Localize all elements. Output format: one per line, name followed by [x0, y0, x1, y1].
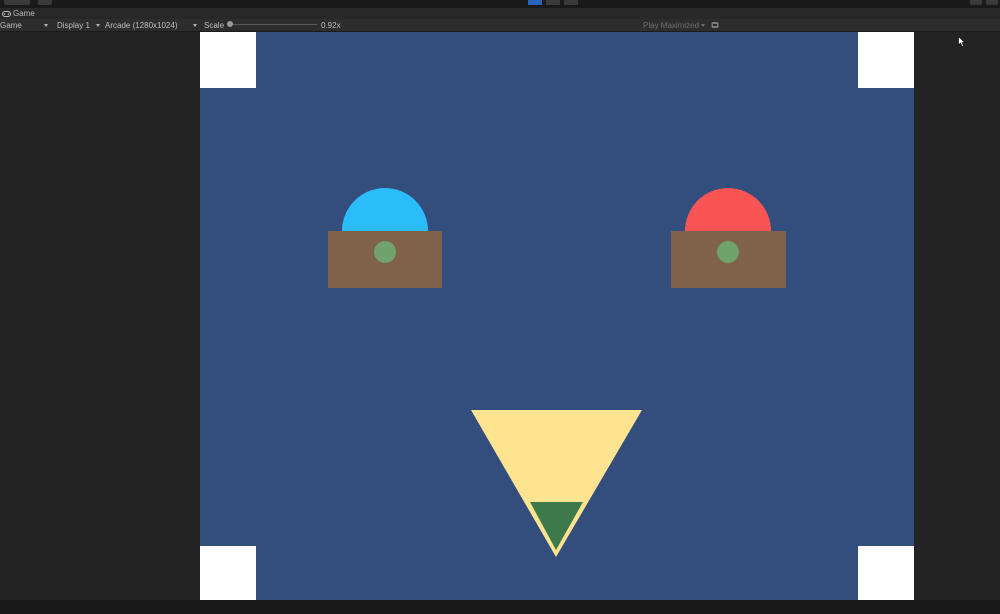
resolution-label: Arcade (1280x1024): [105, 20, 178, 30]
settings-button[interactable]: [970, 0, 982, 5]
corner-marker-top-left: [200, 32, 256, 88]
play-button[interactable]: [528, 0, 542, 5]
play-mode-icon[interactable]: [711, 19, 719, 31]
player-left-button: [374, 241, 396, 263]
corner-marker-bottom-right: [858, 546, 914, 600]
chevron-down-icon: [96, 24, 100, 27]
resolution-dropdown[interactable]: Arcade (1280x1024): [105, 19, 200, 31]
chevron-down-icon: [44, 24, 48, 27]
game-view-toolbar: Game Display 1 Arcade (1280x1024) Scale …: [0, 19, 1000, 32]
layers-button[interactable]: [986, 0, 998, 5]
play-mode-dropdown[interactable]: Play Maximized: [643, 19, 707, 31]
corner-marker-bottom-left: [200, 546, 256, 600]
display-dropdown[interactable]: Display 1: [57, 19, 102, 31]
step-button[interactable]: [564, 0, 578, 5]
chevron-down-icon: [701, 24, 705, 27]
display-label: Display 1: [57, 20, 90, 30]
scale-slider-handle[interactable]: [227, 21, 233, 27]
editor-status-bar: [0, 600, 1000, 614]
scale-label: Scale: [204, 20, 225, 30]
tab-game[interactable]: Game: [0, 8, 35, 19]
play-mode-label: Play Maximized: [643, 20, 700, 30]
player-right-button: [717, 241, 739, 263]
pause-button[interactable]: [546, 0, 560, 5]
corner-marker-top-right: [858, 32, 914, 88]
layout-menu-button[interactable]: [4, 0, 30, 5]
mouse-cursor-icon: [958, 36, 966, 48]
gamepad-icon: [2, 10, 11, 17]
game-view-label: Game: [0, 20, 22, 30]
scale-value: 0.92x: [321, 20, 341, 30]
chevron-down-icon: [193, 24, 197, 27]
tab-game-label: Game: [13, 9, 35, 18]
game-canvas: [200, 32, 914, 600]
game-view-dropdown[interactable]: Game: [0, 19, 50, 31]
account-button[interactable]: [38, 0, 52, 5]
editor-top-bar: [0, 0, 1000, 8]
scale-slider-track[interactable]: [229, 24, 317, 25]
